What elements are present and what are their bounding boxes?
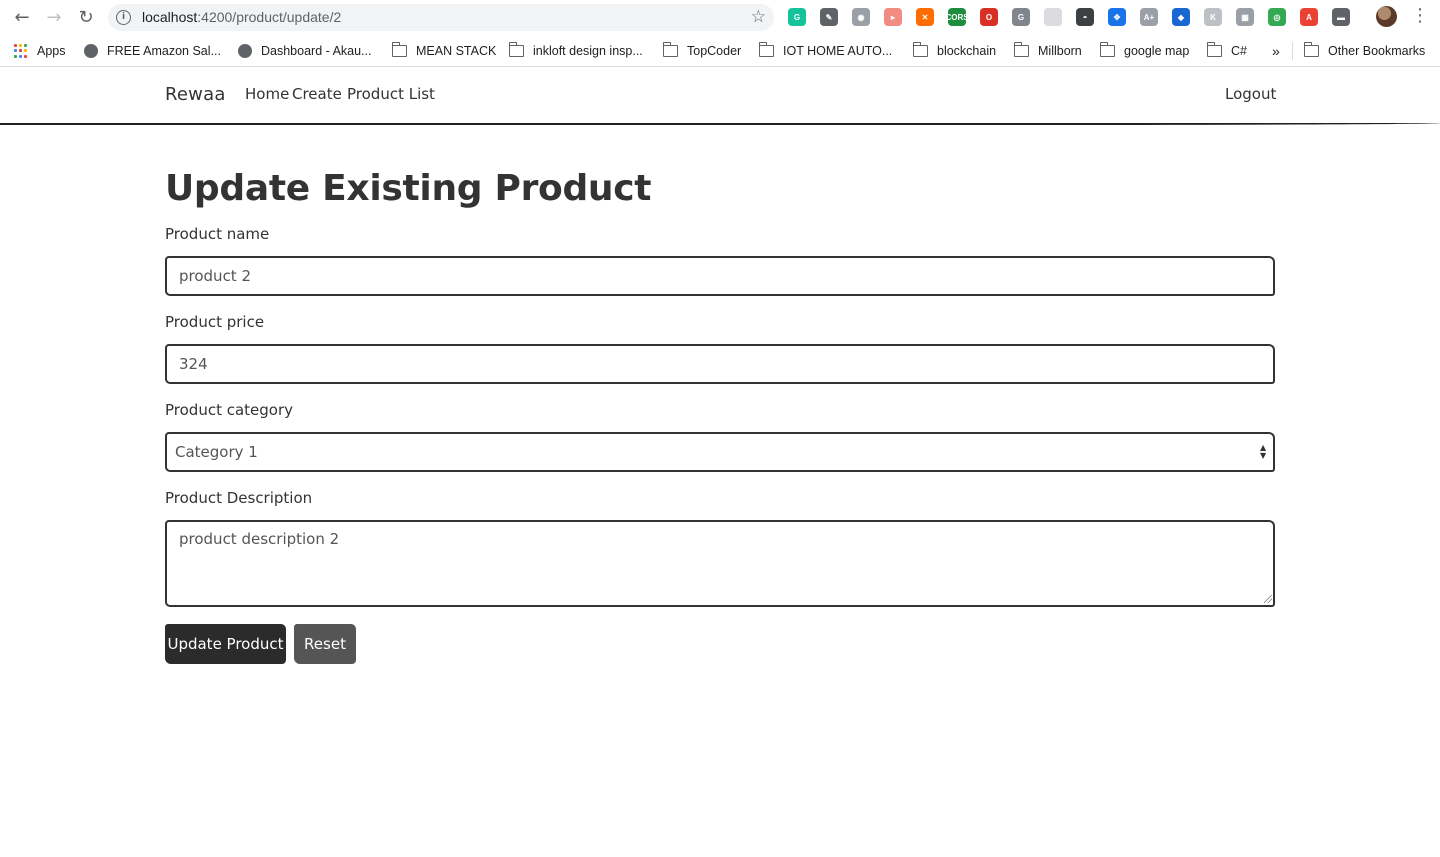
bookmark-folder-inkloft[interactable]: inkloft design insp... [508, 42, 643, 59]
camera-icon[interactable]: ◉ [852, 8, 870, 26]
bookmark-label: google map [1124, 44, 1190, 58]
folder-icon [758, 42, 774, 57]
bookmark-amazon[interactable]: FREE Amazon Sal... [84, 43, 221, 59]
brand-logo[interactable]: Rewaa [165, 84, 226, 105]
bookmark-folder-iot[interactable]: IOT HOME AUTO... [758, 42, 893, 59]
product-category-label: Product category [165, 401, 294, 419]
bookmark-star-icon[interactable]: ☆ [751, 7, 766, 27]
opera-icon[interactable]: O [980, 8, 998, 26]
resize-grip-icon[interactable] [1264, 595, 1272, 603]
folder-icon [662, 42, 678, 57]
update-product-button[interactable]: Update Product [165, 624, 286, 664]
bookmark-label: TopCoder [687, 44, 742, 58]
bookmark-dashboard[interactable]: Dashboard - Akau... [238, 43, 371, 59]
globe-icon [84, 44, 98, 58]
cors-icon[interactable]: CORS [945, 8, 969, 26]
bookmarks-separator [1292, 42, 1293, 60]
bookmark-label: C# [1231, 44, 1247, 58]
logout-link[interactable]: Logout [1225, 85, 1276, 103]
font-scout-icon[interactable]: A+ [1140, 8, 1158, 26]
extensions-row: G ✎ ◉ ▸ ✕ CORS O G ◓ ✥ A+ ◆ K ▦ ◎ A ▬ [788, 8, 1364, 26]
incognito-extension-icon[interactable]: ◓ [1076, 8, 1094, 26]
blue-extension-icon[interactable]: ✥ [1108, 8, 1126, 26]
blank-extension-icon[interactable] [1044, 8, 1062, 26]
product-price-input[interactable] [165, 344, 1275, 384]
globe-icon [238, 44, 252, 58]
monitor-extension-icon[interactable]: ▬ [1332, 8, 1350, 26]
folder-icon [391, 42, 407, 57]
circle-extension-icon[interactable]: ◎ [1268, 8, 1286, 26]
profile-avatar[interactable] [1376, 6, 1397, 27]
bookmark-label: Dashboard - Akau... [261, 44, 372, 58]
grammarly-icon[interactable]: G [788, 8, 806, 26]
browser-menu-icon[interactable]: ⋮ [1411, 6, 1429, 28]
bookmark-label: IOT HOME AUTO... [783, 44, 893, 58]
product-description-textarea[interactable]: product description 2 [165, 520, 1275, 607]
bookmark-folder-millborn[interactable]: Millborn [1013, 42, 1082, 59]
bookmark-folder-other[interactable]: Other Bookmarks [1303, 42, 1426, 59]
bookmark-label: blockchain [937, 44, 997, 58]
bookmark-folder-blockchain[interactable]: blockchain [912, 42, 997, 59]
bookmark-label: inkloft design insp... [533, 44, 643, 58]
nav-link-home[interactable]: Home [245, 85, 289, 103]
g-extension-icon[interactable]: G [1012, 8, 1030, 26]
bookmarks-bar: Apps FREE Amazon Sal... Dashboard - Akau… [0, 35, 1440, 67]
bookmark-label: Apps [37, 44, 66, 58]
site-info-icon[interactable]: i [116, 10, 131, 25]
calendar-extension-icon[interactable]: ▦ [1236, 8, 1254, 26]
product-description-label: Product Description [165, 489, 313, 507]
product-name-label: Product name [165, 225, 270, 243]
bookmark-folder-topcoder[interactable]: TopCoder [662, 42, 742, 59]
orange-extension-icon[interactable]: ✕ [916, 8, 934, 26]
folder-icon [1303, 42, 1319, 57]
forward-arrow-icon[interactable]: → [42, 6, 66, 28]
url-path: :4200/product/update/2 [197, 9, 342, 25]
bookmark-label: FREE Amazon Sal... [107, 44, 221, 58]
address-bar[interactable]: i localhost:4200/product/update/2 ☆ [108, 4, 774, 31]
folder-icon [912, 42, 928, 57]
browser-toolbar: ← → ↻ i localhost:4200/product/update/2 … [0, 0, 1440, 35]
bookmark-folder-csharp[interactable]: C# [1206, 42, 1247, 59]
bookmark-label: MEAN STACK [416, 44, 497, 58]
bookmark-label: Other Bookmarks [1328, 44, 1426, 58]
eyedropper-icon[interactable]: ✎ [820, 8, 838, 26]
nav-link-create[interactable]: Create [292, 85, 342, 103]
nav-link-product-list[interactable]: Product List [347, 85, 435, 103]
folder-icon [1099, 42, 1115, 57]
bookmark-folder-mean-stack[interactable]: MEAN STACK [391, 42, 497, 59]
app-navbar: Rewaa Home Create Product List Logout [0, 68, 1440, 126]
diamond-extension-icon[interactable]: ◆ [1172, 8, 1190, 26]
folder-icon [508, 42, 524, 57]
screencast-icon[interactable]: ▸ [884, 8, 902, 26]
product-price-label: Product price [165, 313, 265, 331]
back-arrow-icon[interactable]: ← [10, 6, 34, 28]
k-extension-icon[interactable]: K [1204, 8, 1222, 26]
reset-button[interactable]: Reset [294, 624, 356, 664]
select-arrows-icon: ▲ ▼ [1260, 443, 1267, 460]
product-category-select[interactable]: Category 1 [165, 432, 1275, 472]
navbar-divider [0, 123, 1440, 125]
address-url[interactable]: localhost:4200/product/update/2 [142, 9, 341, 25]
reload-icon[interactable]: ↻ [74, 6, 98, 28]
bookmarks-overflow-chevron-icon[interactable]: » [1272, 43, 1280, 59]
product-name-input[interactable] [165, 256, 1275, 296]
bookmark-label: Millborn [1038, 44, 1082, 58]
apps-grid-icon [14, 44, 28, 58]
pro-extension-icon[interactable]: A [1300, 8, 1318, 26]
bookmark-apps[interactable]: Apps [14, 43, 66, 59]
folder-icon [1013, 42, 1029, 57]
bookmark-folder-google-map[interactable]: google map [1099, 42, 1190, 59]
page-title: Update Existing Product [165, 168, 652, 209]
folder-icon [1206, 42, 1222, 57]
url-host: localhost [142, 9, 198, 25]
